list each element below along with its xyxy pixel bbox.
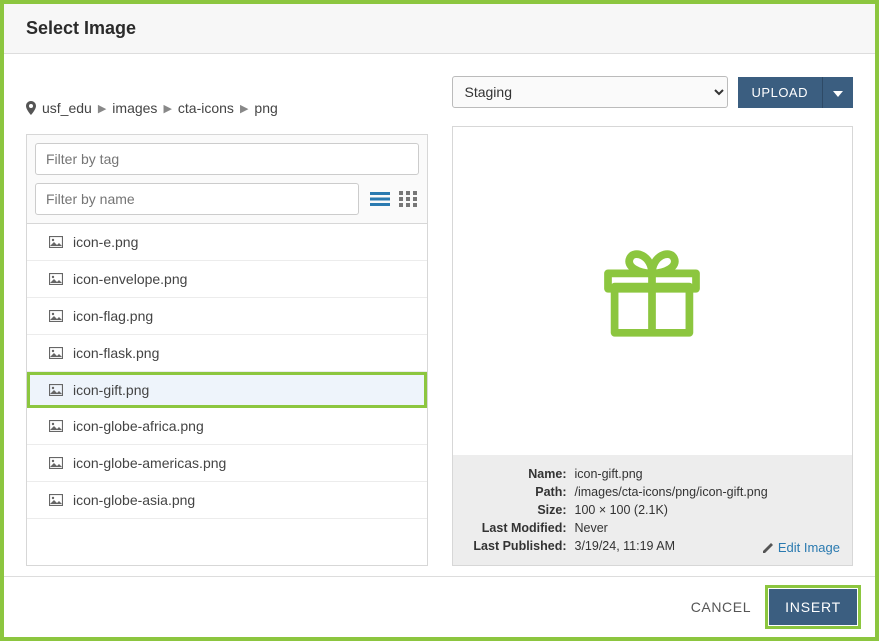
left-column: usf_edu ▶ images ▶ cta-icons ▶ png bbox=[26, 76, 428, 566]
file-name: icon-flask.png bbox=[73, 345, 159, 361]
select-image-modal: Select Image usf_edu ▶ images ▶ cta-icon… bbox=[0, 0, 879, 641]
filter-panel bbox=[26, 134, 428, 224]
image-file-icon bbox=[49, 420, 63, 432]
file-item[interactable]: icon-envelope.png bbox=[27, 261, 427, 298]
image-file-icon bbox=[49, 273, 63, 285]
file-item[interactable]: icon-e.png bbox=[27, 224, 427, 261]
file-name: icon-globe-asia.png bbox=[73, 492, 195, 508]
meta-label-name: Name: bbox=[467, 467, 575, 481]
file-list[interactable]: icon-e.png icon-envelope.png icon-flag.png… bbox=[26, 224, 428, 566]
modal-header: Select Image bbox=[4, 4, 875, 54]
view-toggle bbox=[369, 188, 419, 210]
grid-icon bbox=[399, 191, 417, 207]
list-icon bbox=[370, 191, 390, 207]
insert-button[interactable]: INSERT bbox=[769, 589, 857, 625]
chevron-right-icon: ▶ bbox=[98, 102, 106, 115]
file-name: icon-flag.png bbox=[73, 308, 153, 324]
modal-footer: CANCEL INSERT bbox=[4, 576, 875, 637]
meta-label-size: Size: bbox=[467, 503, 575, 517]
file-item[interactable]: icon-gift.png bbox=[27, 372, 427, 408]
file-name: icon-envelope.png bbox=[73, 271, 187, 287]
file-item[interactable]: icon-globe-africa.png bbox=[27, 408, 427, 445]
meta-label-published: Last Published: bbox=[467, 539, 575, 553]
image-file-icon bbox=[49, 347, 63, 359]
meta-value-modified: Never bbox=[575, 521, 839, 535]
grid-view-button[interactable] bbox=[397, 188, 419, 210]
meta-label-path: Path: bbox=[467, 485, 575, 499]
image-file-icon bbox=[49, 457, 63, 469]
meta-label-modified: Last Modified: bbox=[467, 521, 575, 535]
preview-image bbox=[453, 127, 853, 455]
caret-down-icon bbox=[833, 91, 843, 97]
breadcrumb-item[interactable]: png bbox=[254, 100, 277, 116]
preview-panel: Name:icon-gift.png Path:/images/cta-icon… bbox=[452, 126, 854, 566]
filter-by-name-input[interactable] bbox=[35, 183, 359, 215]
file-item[interactable]: icon-flag.png bbox=[27, 298, 427, 335]
breadcrumb-item[interactable]: cta-icons bbox=[178, 100, 234, 116]
upload-dropdown-button[interactable] bbox=[822, 77, 853, 108]
upload-button-group: UPLOAD bbox=[738, 77, 853, 108]
meta-value-name: icon-gift.png bbox=[575, 467, 839, 481]
image-file-icon bbox=[49, 236, 63, 248]
preview-metadata: Name:icon-gift.png Path:/images/cta-icon… bbox=[453, 455, 853, 565]
environment-select[interactable]: Staging bbox=[452, 76, 728, 108]
meta-value-path: /images/cta-icons/png/icon-gift.png bbox=[575, 485, 839, 499]
pencil-icon bbox=[762, 542, 774, 554]
breadcrumb-item[interactable]: usf_edu bbox=[42, 100, 92, 116]
right-column: Staging UPLOAD bbox=[452, 76, 854, 566]
image-file-icon bbox=[49, 494, 63, 506]
cancel-button[interactable]: CANCEL bbox=[691, 599, 751, 615]
file-name: icon-globe-americas.png bbox=[73, 455, 226, 471]
breadcrumb: usf_edu ▶ images ▶ cta-icons ▶ png bbox=[26, 100, 428, 116]
image-file-icon bbox=[49, 384, 63, 396]
pin-icon bbox=[26, 101, 36, 115]
chevron-right-icon: ▶ bbox=[163, 102, 171, 115]
edit-image-link[interactable]: Edit Image bbox=[762, 540, 840, 555]
chevron-right-icon: ▶ bbox=[240, 102, 248, 115]
modal-body: usf_edu ▶ images ▶ cta-icons ▶ png bbox=[4, 54, 875, 576]
file-name: icon-e.png bbox=[73, 234, 138, 250]
modal-title: Select Image bbox=[26, 18, 853, 39]
meta-value-size: 100 × 100 (2.1K) bbox=[575, 503, 839, 517]
file-name: icon-gift.png bbox=[73, 382, 149, 398]
right-toolbar: Staging UPLOAD bbox=[452, 76, 854, 108]
image-file-icon bbox=[49, 310, 63, 322]
filter-by-tag-input[interactable] bbox=[35, 143, 419, 175]
upload-button[interactable]: UPLOAD bbox=[738, 77, 822, 108]
file-item[interactable]: icon-flask.png bbox=[27, 335, 427, 372]
file-item[interactable]: icon-globe-asia.png bbox=[27, 482, 427, 519]
gift-icon bbox=[597, 236, 707, 346]
breadcrumb-item[interactable]: images bbox=[112, 100, 157, 116]
list-view-button[interactable] bbox=[369, 188, 391, 210]
file-item[interactable]: icon-globe-americas.png bbox=[27, 445, 427, 482]
file-name: icon-globe-africa.png bbox=[73, 418, 204, 434]
